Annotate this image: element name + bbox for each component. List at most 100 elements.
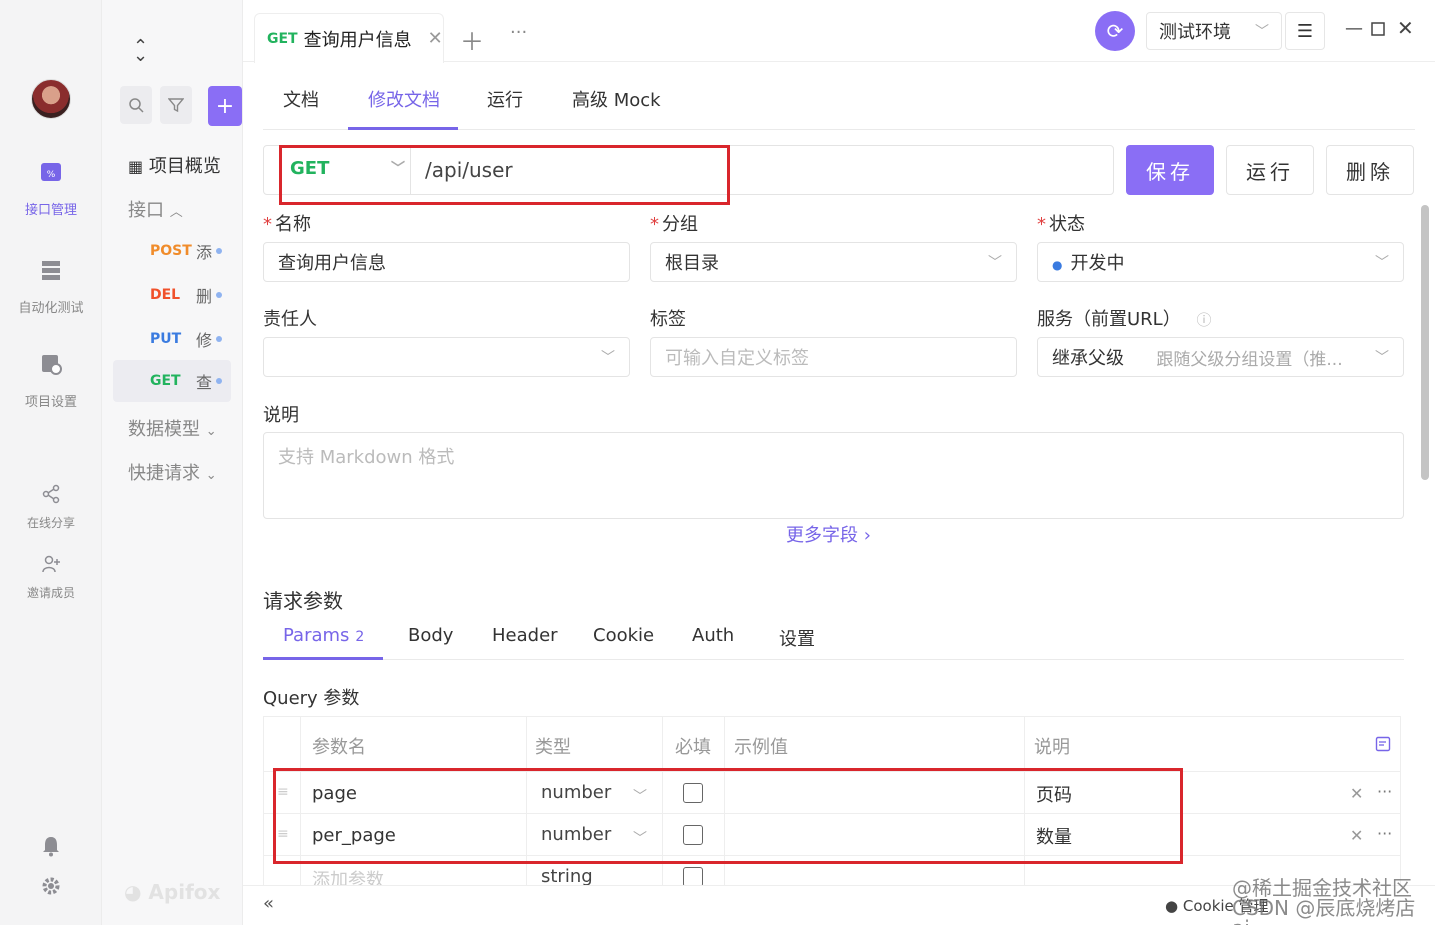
rail-item-invite[interactable]: 邀请成员: [0, 554, 102, 601]
name-field[interactable]: 查询用户信息: [263, 242, 630, 282]
rail-label: 接口管理: [24, 203, 77, 218]
highlight-box: [279, 145, 730, 205]
status-label: * 状态: [1037, 214, 1085, 235]
tab-advanced-mock[interactable]: 高级 Mock: [572, 86, 661, 112]
run-button[interactable]: 运行: [1226, 145, 1314, 195]
tags-input[interactable]: 可输入自定义标签: [650, 337, 1017, 377]
nav-quick-request[interactable]: 快捷请求 ⌄: [128, 459, 217, 485]
api-item-get[interactable]: GET 查: [113, 360, 231, 402]
tab-query-user-info[interactable]: GET 查询用户信息 ✕: [254, 13, 444, 63]
active-tab-indicator: [263, 657, 383, 660]
description-textarea[interactable]: 支持 Markdown 格式: [263, 432, 1404, 519]
api-icon: %: [0, 160, 102, 191]
rail-item-automation[interactable]: 自动化测试: [0, 258, 102, 316]
owner-label: 责任人: [263, 309, 317, 330]
status-dot: [216, 292, 223, 298]
rail-item-api-management[interactable]: % 接口管理: [0, 160, 102, 218]
tab-header[interactable]: Header: [492, 625, 558, 646]
more-fields-link[interactable]: 更多字段 ›: [786, 521, 871, 547]
more-icon[interactable]: ···: [1377, 824, 1392, 843]
tab-params[interactable]: Params 2: [283, 625, 364, 646]
column-header: 必填: [675, 737, 711, 758]
api-item-put[interactable]: PUT 修: [113, 318, 231, 360]
owner-select[interactable]: ﹀: [263, 337, 630, 377]
group-label: * 分组: [650, 214, 698, 235]
status-dot: [216, 336, 223, 342]
name-label: * 名称: [263, 214, 311, 235]
svg-text:%: %: [47, 170, 56, 180]
remove-row-icon[interactable]: ✕: [1350, 784, 1363, 803]
remove-row-icon[interactable]: ✕: [1350, 826, 1363, 845]
add-tab-icon[interactable]: ＋: [460, 22, 484, 57]
query-params-title: Query 参数: [263, 688, 360, 709]
api-item-delete[interactable]: DEL 删: [113, 274, 231, 316]
chevron-down-icon: ⌄: [205, 468, 217, 483]
api-item-post[interactable]: POST 添: [113, 230, 231, 272]
save-button[interactable]: 保存: [1126, 145, 1214, 195]
minimize-icon[interactable]: —: [1345, 18, 1363, 39]
avatar[interactable]: [31, 79, 71, 119]
delete-button[interactable]: 删除: [1326, 145, 1414, 195]
chevron-down-icon: ﹀: [1375, 255, 1389, 271]
settings-doc-icon: [0, 352, 102, 383]
chevron-down-icon: ﹀: [1375, 350, 1389, 366]
status-select[interactable]: ● 开发中 ﹀: [1037, 242, 1404, 282]
grid-icon: ▦: [128, 157, 144, 176]
status-dot: ●: [1052, 258, 1063, 272]
share-icon: [0, 484, 102, 512]
rail-label: 自动化测试: [18, 301, 84, 316]
service-select[interactable]: 继承父级 跟随父级分组设置（推... ﹀: [1037, 337, 1404, 377]
help-icon[interactable]: ⓘ: [1196, 311, 1211, 329]
search-icon[interactable]: [120, 86, 152, 124]
rail-label: 邀请成员: [26, 586, 75, 600]
filter-icon[interactable]: [160, 86, 192, 124]
more-tabs-icon[interactable]: ···: [510, 22, 527, 43]
window-close-icon[interactable]: ✕: [1397, 16, 1414, 40]
tab-doc[interactable]: 文档: [283, 86, 319, 112]
tab-edit-doc[interactable]: 修改文档: [368, 86, 440, 112]
tab-run[interactable]: 运行: [487, 86, 523, 112]
close-icon[interactable]: ✕: [428, 28, 443, 49]
brand-logo: ◕ Apifox: [124, 880, 221, 904]
nav-data-model[interactable]: 数据模型 ⌄: [128, 415, 217, 441]
sync-icon[interactable]: ⟳: [1095, 11, 1135, 51]
bulk-edit-icon[interactable]: [1375, 736, 1391, 756]
rail-item-share[interactable]: 在线分享: [0, 484, 102, 531]
add-button[interactable]: +: [208, 86, 242, 126]
gear-icon[interactable]: [41, 876, 61, 900]
nav-interfaces[interactable]: 接口 ︿: [128, 196, 183, 222]
required-checkbox[interactable]: [683, 867, 703, 887]
column-header: 示例值: [734, 737, 788, 758]
chevron-down-icon: ﹀: [1255, 24, 1269, 40]
tab-settings[interactable]: 设置: [779, 625, 815, 651]
group-select[interactable]: 根目录 ﹀: [650, 242, 1017, 282]
more-icon[interactable]: ···: [1377, 782, 1392, 801]
chevron-down-icon: ⌄: [205, 424, 217, 439]
active-tab-indicator: [348, 127, 458, 130]
automation-icon: [0, 258, 102, 289]
column-header: 类型: [535, 737, 571, 758]
rail-item-project-settings[interactable]: 项目设置: [0, 352, 102, 410]
environment-select[interactable]: 测试环境 ﹀: [1146, 12, 1282, 50]
bell-icon[interactable]: [41, 835, 61, 861]
param-type[interactable]: string: [541, 866, 593, 887]
expand-collapse-icon[interactable]: ⌃ ⌄: [133, 36, 148, 78]
menu-icon[interactable]: ☰: [1285, 12, 1325, 50]
highlight-box: [273, 768, 1183, 864]
icon-rail: [0, 0, 102, 925]
scrollbar[interactable]: [1421, 205, 1429, 480]
desc-label: 说明: [263, 405, 299, 426]
request-params-title: 请求参数: [263, 589, 343, 613]
nav-project-overview[interactable]: ▦ 项目概览: [128, 152, 221, 178]
tags-label: 标签: [650, 309, 686, 330]
maximize-icon[interactable]: [1371, 20, 1385, 41]
rail-label: 项目设置: [24, 395, 77, 410]
column-header: 说明: [1034, 737, 1070, 758]
divider: [263, 659, 1404, 660]
status-dot: [216, 248, 223, 254]
tab-body[interactable]: Body: [408, 625, 453, 646]
watermark: @稀土掘金技术社区 CSDN @辰底烧烤店ai: [1232, 876, 1416, 925]
tab-cookie[interactable]: Cookie: [593, 625, 654, 646]
collapse-sidebar-icon[interactable]: «: [263, 893, 274, 914]
tab-auth[interactable]: Auth: [692, 625, 734, 646]
